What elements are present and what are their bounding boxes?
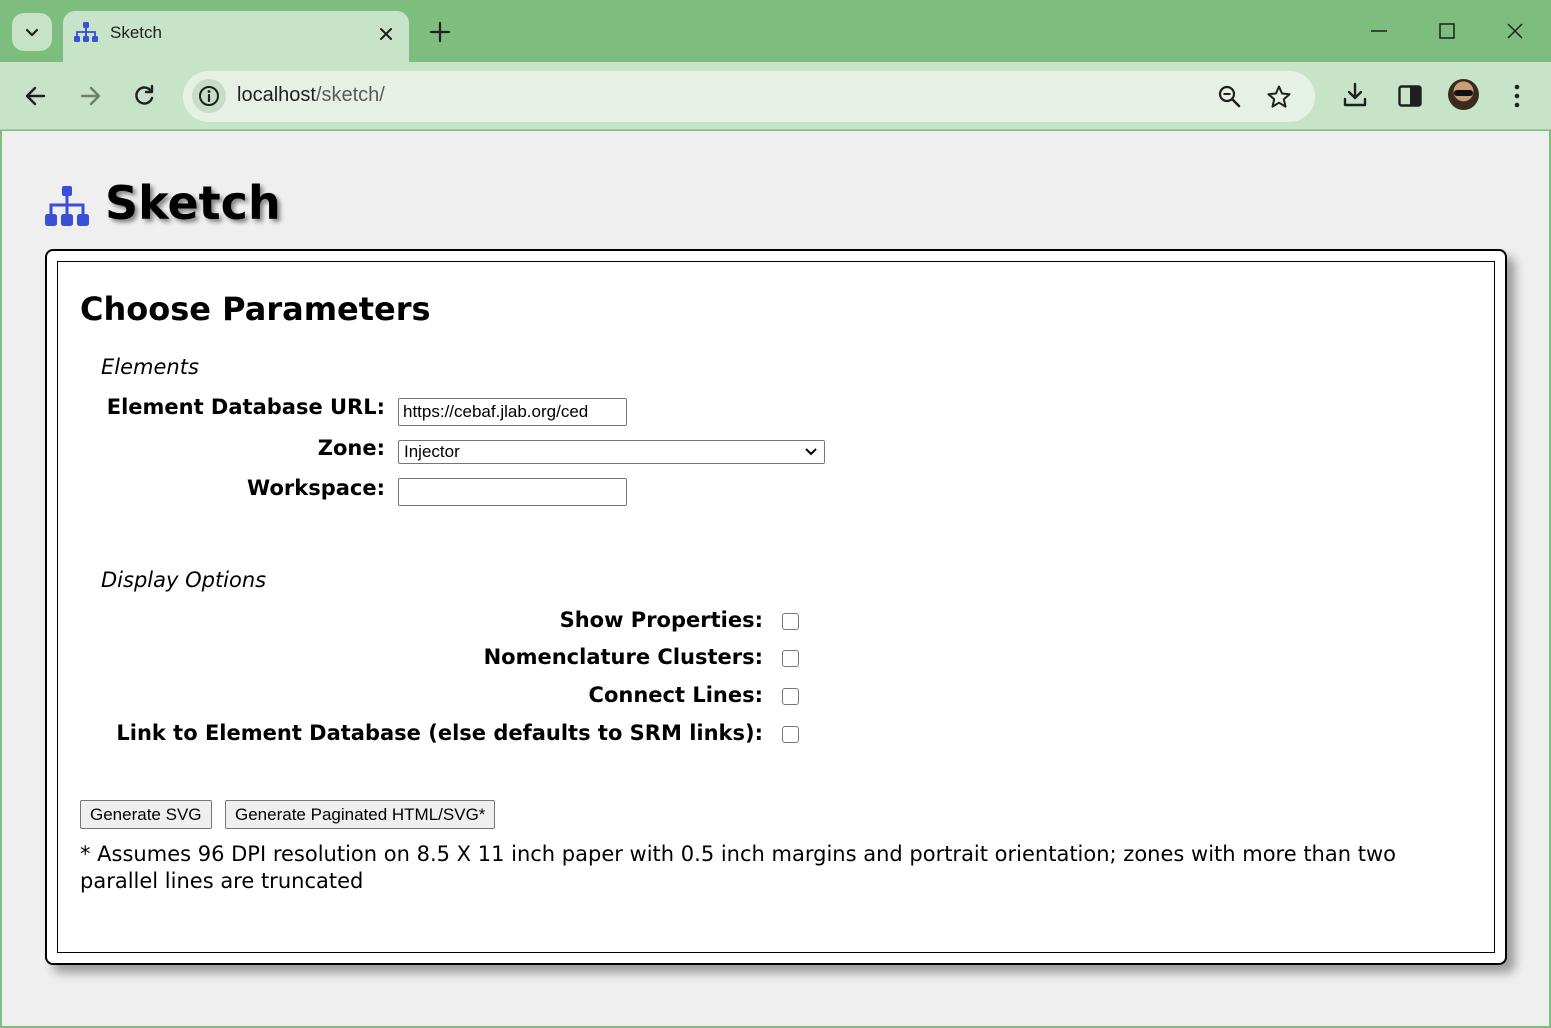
site-info-button[interactable] [192,79,226,113]
tab-title: Sketch [110,23,162,42]
generate-svg-button[interactable]: Generate SVG [80,800,212,829]
form-title: Choose Parameters [80,290,431,328]
nomenclature-clusters-checkbox[interactable] [782,650,799,667]
elements-legend: Elements [101,355,199,379]
chevron-down-icon [805,448,817,456]
display-options-legend: Display Options [101,568,267,592]
maximize-icon[interactable] [1434,14,1460,48]
info-icon [199,86,219,106]
url-text[interactable]: localhost/sketch/ [237,84,385,107]
connect-lines-checkbox[interactable] [782,688,799,705]
form-container: Choose Parameters Elements Element Datab… [57,261,1495,953]
side-panel-icon[interactable] [1396,82,1424,110]
form-panel: Choose Parameters Elements Element Datab… [45,249,1507,965]
footnote: * Assumes 96 DPI resolution on 8.5 X 11 … [80,842,1396,893]
show-properties-checkbox[interactable] [782,613,799,630]
sitemap-icon [74,22,98,42]
back-arrow-icon[interactable] [22,82,50,110]
minimize-icon[interactable] [1366,14,1392,48]
profile-avatar[interactable] [1448,79,1479,110]
window-close-icon[interactable] [1502,14,1528,48]
tab-search-button[interactable] [12,13,52,51]
url-path: /sketch/ [315,84,385,106]
zoom-icon[interactable] [1217,84,1243,110]
zone-label: Zone: [317,436,385,460]
nomenclature-clusters-label: Nomenclature Clusters: [483,645,763,669]
reload-icon[interactable] [130,82,158,110]
tab-strip: Sketch [0,0,1551,62]
close-icon[interactable] [375,23,397,45]
link-element-db-label: Link to Element Database (else defaults … [116,721,763,745]
connect-lines-label: Connect Lines: [588,683,763,707]
generate-paginated-button[interactable]: Generate Paginated HTML/SVG* [225,800,496,829]
url-host: localhost [237,84,316,106]
chevron-down-icon [25,28,39,37]
browser-toolbar: localhost/sketch/ [0,62,1551,130]
db-url-input[interactable] [398,398,627,426]
kebab-menu-icon[interactable] [1503,82,1531,110]
forward-arrow-icon[interactable] [76,82,104,110]
bookmark-star-icon[interactable] [1266,84,1292,110]
link-element-db-checkbox[interactable] [782,726,799,743]
new-tab-icon[interactable] [426,18,454,46]
workspace-input[interactable] [398,478,627,506]
sitemap-logo-icon [45,186,89,226]
page-title: Sketch [105,176,281,230]
show-properties-label: Show Properties: [559,608,763,632]
active-tab[interactable]: Sketch [63,11,409,62]
address-bar[interactable]: localhost/sketch/ [183,71,1315,122]
zone-selected-value: Injector [404,442,460,461]
page-viewport: Sketch Choose Parameters Elements Elemen… [2,131,1549,1026]
workspace-label: Workspace: [247,476,385,500]
db-url-label: Element Database URL: [106,395,385,419]
zone-select[interactable]: Injector [398,440,825,464]
download-icon[interactable] [1341,81,1369,109]
